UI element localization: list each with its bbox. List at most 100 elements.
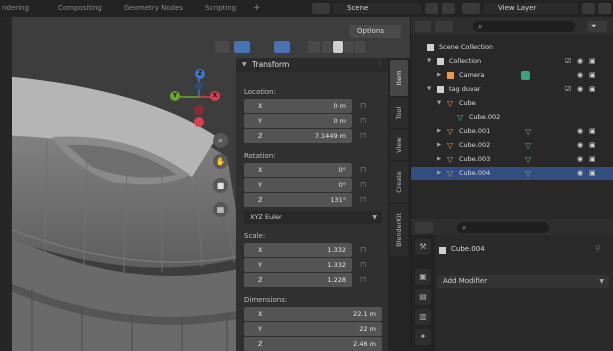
viewport-gizmo-toggle[interactable] — [234, 41, 250, 53]
outliner-search-input[interactable]: ⌕ — [473, 21, 575, 32]
shading-wireframe-button[interactable] — [322, 41, 332, 53]
expand-arrow-icon[interactable]: ▶ — [437, 167, 441, 180]
lock-icon[interactable]: ⊓ — [360, 245, 370, 255]
tab-view[interactable]: View — [390, 130, 408, 160]
lock-icon[interactable]: ⊓ — [360, 101, 370, 111]
lock-icon[interactable]: ⊓ — [360, 260, 370, 270]
camera-render-icon[interactable]: ▣ — [589, 153, 596, 166]
tab-create[interactable]: Create — [390, 162, 408, 202]
tab-scripting[interactable]: Scripting — [205, 2, 236, 15]
tab-rendering[interactable]: ndering — [2, 2, 29, 15]
scene-browse-button[interactable] — [312, 3, 330, 14]
checkbox-icon[interactable]: ☑ — [565, 55, 571, 68]
camera-view-icon[interactable]: ■ — [213, 178, 228, 193]
output-icon[interactable]: ▤ — [415, 289, 431, 305]
zoom-icon[interactable]: ⌕ — [213, 133, 228, 148]
camera-data-icon[interactable] — [521, 71, 530, 80]
eye-icon[interactable]: ◉ — [577, 153, 583, 166]
eye-icon[interactable]: ◉ — [577, 69, 583, 82]
scene-name-field[interactable]: Scene — [333, 3, 421, 14]
delete-scene-button[interactable] — [442, 3, 455, 14]
outliner-row-cube-002-mesh[interactable]: ▽ Cube.002 — [411, 111, 613, 124]
outliner-row-cube-004[interactable]: ▶ ▽ Cube.004 ▽ ◉ ▣ — [411, 167, 613, 180]
lock-icon[interactable]: ⊓ — [360, 195, 370, 205]
scale-y-field[interactable]: Y 1.332 — [244, 258, 352, 272]
pin-icon[interactable]: ⚲ — [595, 244, 601, 253]
scale-z-field[interactable]: Z 1.228 — [244, 273, 352, 287]
expand-arrow-icon[interactable]: ▼ — [427, 55, 431, 68]
dimensions-y-field[interactable]: Y 22 m — [244, 322, 382, 336]
eye-icon[interactable]: ◉ — [577, 55, 583, 68]
lock-icon[interactable]: ⊓ — [360, 180, 370, 190]
camera-render-icon[interactable]: ▣ — [589, 83, 596, 96]
perspective-grid-icon[interactable]: ▦ — [213, 202, 228, 217]
gizmo-neg-x-axis[interactable] — [194, 105, 204, 115]
location-x-field[interactable]: X 0 m — [244, 99, 352, 113]
tab-geometry-nodes[interactable]: Geometry Nodes — [124, 2, 183, 15]
outliner-row-cube-002[interactable]: ▶ ▽ Cube.002 ▽ ◉ ▣ — [411, 139, 613, 152]
outliner-row-collection[interactable]: ▼ Collection ☑ ◉ ▣ — [411, 55, 613, 68]
gizmo-neg-z-axis[interactable] — [195, 82, 203, 90]
camera-render-icon[interactable]: ▣ — [589, 139, 596, 152]
expand-arrow-icon[interactable]: ▶ — [437, 125, 441, 138]
outliner-row-camera[interactable]: ▶ Camera ◉ ▣ — [411, 69, 613, 82]
eye-icon[interactable]: ◉ — [577, 83, 583, 96]
location-y-field[interactable]: Y 0 m — [244, 114, 352, 128]
pan-hand-icon[interactable]: ✋ — [213, 154, 228, 169]
transform-panel-header[interactable]: ▼ Transform ⋮ — [236, 58, 388, 72]
display-mode-button[interactable] — [435, 21, 453, 32]
editor-type-button[interactable] — [415, 21, 431, 32]
tab-blenderkit[interactable]: BlenderKit — [390, 204, 408, 256]
rotation-x-field[interactable]: X 0° — [244, 163, 352, 177]
mesh-data-icon[interactable]: ▽ — [525, 153, 531, 166]
rotation-y-field[interactable]: Y 0° — [244, 178, 352, 192]
drag-handle-icon[interactable]: ⋮ — [376, 60, 383, 68]
expand-arrow-icon[interactable]: ▶ — [437, 153, 441, 166]
delete-view-layer-button[interactable] — [598, 3, 611, 14]
camera-render-icon[interactable]: ▣ — [589, 167, 596, 180]
outliner-row-cube[interactable]: ▼ ▽ Cube — [411, 97, 613, 110]
mesh-data-icon[interactable]: ▽ — [525, 125, 531, 138]
gizmo-x-lower-axis[interactable] — [194, 117, 204, 127]
gizmo-x-axis[interactable]: X — [210, 91, 220, 101]
view-layer-icon[interactable]: ▥ — [415, 309, 431, 325]
expand-arrow-icon[interactable]: ▼ — [437, 97, 441, 110]
mesh-data-icon[interactable]: ▽ — [525, 167, 531, 180]
overlays-toggle[interactable] — [274, 41, 290, 53]
add-workspace-button[interactable]: + — [253, 2, 261, 15]
options-dropdown[interactable]: Options — [349, 25, 401, 38]
location-z-field[interactable]: Z 7.1449 m — [244, 129, 352, 143]
properties-search-input[interactable]: ⌕ — [457, 222, 549, 233]
eye-icon[interactable]: ◉ — [577, 125, 583, 138]
add-modifier-dropdown[interactable]: Add Modifier ▼ — [437, 275, 609, 288]
dimensions-x-field[interactable]: X 22.1 m — [244, 307, 382, 321]
checkbox-icon[interactable]: ☑ — [565, 83, 571, 96]
expand-arrow-icon[interactable]: ▼ — [427, 83, 431, 96]
tab-compositing[interactable]: Compositing — [58, 2, 102, 15]
rotation-mode-dropdown[interactable]: XYZ Euler ▼ — [244, 211, 382, 224]
shading-material-button[interactable] — [344, 41, 354, 53]
lock-icon[interactable]: ⊓ — [360, 131, 370, 141]
eye-icon[interactable]: ◉ — [577, 139, 583, 152]
tab-item[interactable]: Item — [390, 60, 408, 96]
dimensions-z-field[interactable]: Z 2.46 m — [244, 337, 382, 351]
view-layer-field[interactable]: View Layer — [484, 3, 578, 14]
shading-solid-button[interactable] — [333, 41, 343, 53]
gizmo-z-axis[interactable]: Z — [195, 69, 205, 79]
lock-icon[interactable]: ⊓ — [360, 275, 370, 285]
editor-type-button[interactable] — [415, 222, 433, 233]
view-layer-browse-button[interactable] — [462, 3, 480, 14]
camera-render-icon[interactable]: ▣ — [589, 125, 596, 138]
expand-arrow-icon[interactable]: ▶ — [437, 139, 441, 152]
gizmo-y-axis[interactable]: Y — [170, 91, 180, 101]
outliner-row-tag-duvar[interactable]: ▼ tag duvar ☑ ◉ ▣ — [411, 83, 613, 96]
mesh-data-icon[interactable]: ▽ — [525, 139, 531, 152]
new-view-layer-button[interactable] — [582, 3, 595, 14]
tab-tool[interactable]: Tool — [390, 98, 408, 128]
lock-icon[interactable]: ⊓ — [360, 165, 370, 175]
lock-icon[interactable]: ⊓ — [360, 116, 370, 126]
scene-icon[interactable]: ✦ — [415, 329, 431, 345]
render-icon[interactable]: ▣ — [415, 269, 431, 285]
outliner-row-cube-001[interactable]: ▶ ▽ Cube.001 ▽ ◉ ▣ — [411, 125, 613, 138]
expand-arrow-icon[interactable]: ▶ — [437, 69, 441, 82]
